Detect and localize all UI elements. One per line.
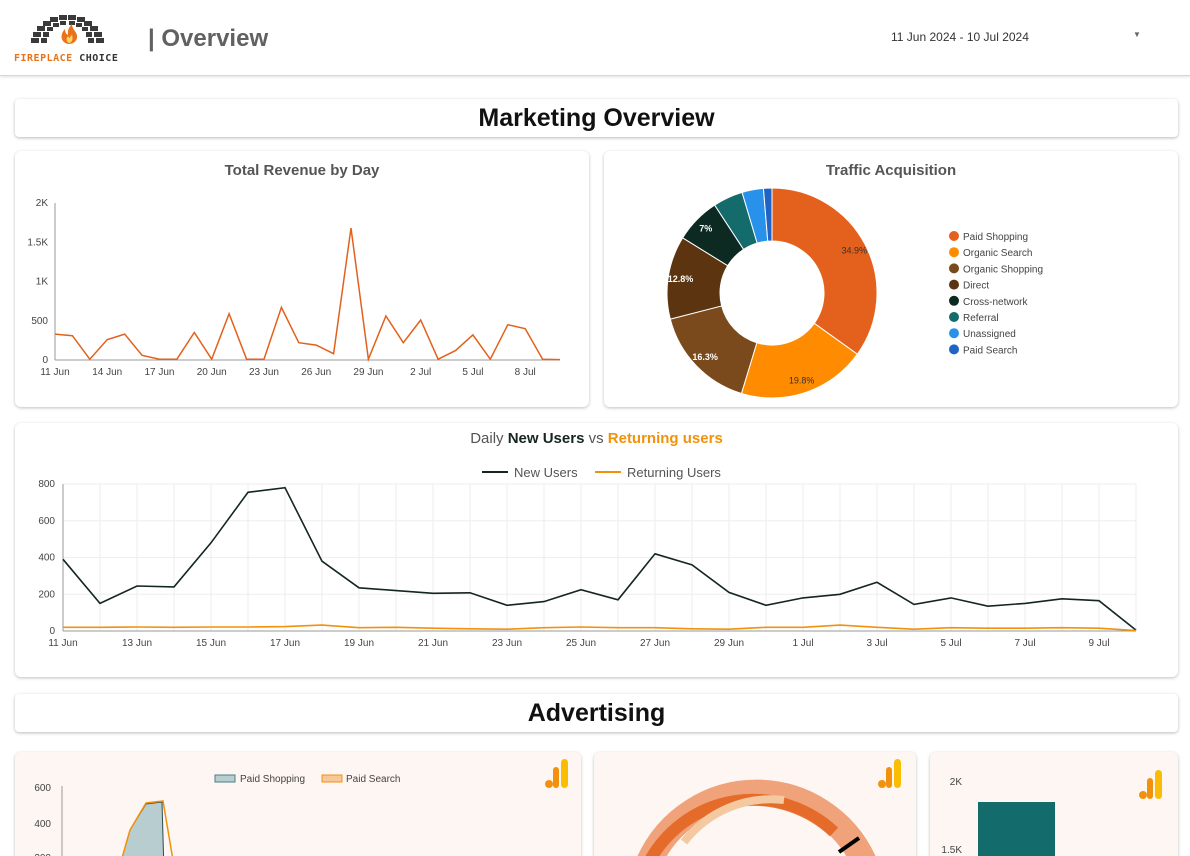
x-tick-label: 14 Jun <box>92 367 122 378</box>
x-tick-label: 13 Jun <box>122 638 152 649</box>
traffic-chart-card: Traffic Acquisition 34.9% 19.8% 16.3% 12.8%… <box>604 151 1178 407</box>
y-tick-label: 400 <box>34 819 51 830</box>
legend-swatch <box>949 231 959 241</box>
legend-label: New Users <box>514 465 578 480</box>
legend-swatch <box>949 295 959 306</box>
x-tick-label: 2 Jul <box>410 367 431 378</box>
data-label: 34.9% <box>842 246 868 256</box>
x-tick-label: 23 Jun <box>249 367 279 378</box>
legend-swatch <box>949 328 959 339</box>
ads-area-chart-card: Paid Shopping Paid Search 600 400 200 <box>15 752 581 856</box>
x-tick-label: 7 Jul <box>1014 638 1035 649</box>
x-tick-label: 9 Jul <box>1088 638 1109 649</box>
google-ads-icon <box>1139 770 1162 799</box>
y-tick-label: 1K <box>36 277 49 288</box>
legend-swatch-paid-shopping <box>214 774 236 783</box>
data-label: 16.3% <box>692 352 718 362</box>
x-tick-label: 8 Jul <box>515 367 536 378</box>
x-tick-label: 17 Jun <box>270 638 300 649</box>
y-tick-label: 1.5K <box>941 845 962 856</box>
legend-swatch <box>949 263 959 274</box>
x-tick-label: 19 Jun <box>344 638 374 649</box>
legend-swatch <box>949 247 959 258</box>
ads-bar-chart-card: 2K 1.5K <box>930 752 1178 856</box>
x-tick-label: 21 Jun <box>418 638 448 649</box>
x-tick-label: 17 Jun <box>144 367 174 378</box>
pie-slice <box>771 187 878 355</box>
y-tick-label: 800 <box>38 479 55 490</box>
series-line <box>63 624 1137 632</box>
ads-gauge-chart <box>637 779 876 856</box>
traffic-donut-chart: 34.9% 19.8% 16.3% 12.8% 7% Paid Shopping Organ… <box>666 187 1043 399</box>
y-tick-label: 200 <box>38 589 55 600</box>
y-tick-label: 600 <box>38 516 55 527</box>
google-ads-icon <box>545 759 568 788</box>
y-tick-label: 0 <box>42 355 48 366</box>
x-tick-label: 3 Jul <box>866 638 887 649</box>
x-tick-label: 27 Jun <box>640 638 670 649</box>
data-label: 19.8% <box>789 376 815 386</box>
x-tick-label: 15 Jun <box>196 638 226 649</box>
ads-gauge-card <box>594 752 916 856</box>
y-tick-label: 0 <box>49 626 55 637</box>
y-tick-label: 2K <box>950 777 963 788</box>
users-chart-title: Daily New Users vs Returning users <box>470 430 723 447</box>
y-tick-label: 400 <box>38 553 55 564</box>
y-tick-label: 2K <box>36 198 49 209</box>
top-bar: FIREPLACE CHOICE | Overview 11 Jun 2024 … <box>0 0 1190 76</box>
logo-wordmark: FIREPLACE CHOICE <box>14 53 119 64</box>
legend-swatch <box>949 312 959 322</box>
series-line <box>62 486 1137 631</box>
legend-label: Paid Search <box>963 345 1017 356</box>
legend-swatch-paid-search <box>321 774 343 783</box>
revenue-line-chart: 0 500 1K 1.5K 2K 11 Jun 14 Jun 17 Jun 20 Jun 23 J… <box>27 198 561 378</box>
page-title: | Overview <box>148 25 269 52</box>
users-chart-card: 0 200 400 600 800 11 Jun 13 Jun 15 Jun 17 Jun 19 … <box>15 423 1178 677</box>
revenue-chart-card: Total Revenue by Day 0 500 1K 1.5K 2K 11 Jun 1… <box>15 151 589 407</box>
y-tick-label: 1.5K <box>27 237 48 248</box>
ads-area-chart: Paid Shopping Paid Search 600 400 200 <box>34 774 400 856</box>
google-ads-icon <box>878 759 901 788</box>
y-tick-label: 500 <box>31 316 48 327</box>
x-tick-label: 29 Jun <box>714 638 744 649</box>
legend-label: Organic Search <box>963 248 1032 259</box>
legend-label: Organic Shopping <box>963 264 1043 275</box>
x-tick-label: 5 Jul <box>462 367 483 378</box>
legend-label: Paid Shopping <box>963 232 1028 243</box>
legend-label: Direct <box>963 281 989 292</box>
users-line-chart: 0 200 400 600 800 11 Jun 13 Jun 15 Jun 17 Jun 19 … <box>38 465 1137 649</box>
y-tick-label: 600 <box>34 783 51 794</box>
data-label: 7% <box>699 223 712 233</box>
x-tick-label: 20 Jun <box>197 367 227 378</box>
data-label: 12.8% <box>668 274 694 284</box>
series-line-revenue <box>54 227 561 363</box>
legend-label: Cross-network <box>963 297 1028 308</box>
chevron-down-icon[interactable]: ▼ <box>1133 30 1141 39</box>
x-tick-label: 5 Jul <box>940 638 961 649</box>
x-tick-label: 29 Jun <box>353 367 383 378</box>
legend-label: Unassigned <box>963 329 1016 340</box>
legend-label-paid-shopping: Paid Shopping <box>240 774 305 785</box>
legend-label-paid-search: Paid Search <box>346 774 400 785</box>
x-tick-label: 11 Jun <box>48 638 77 649</box>
x-tick-label: 1 Jul <box>792 638 813 649</box>
section-header-marketing: Marketing Overview <box>15 99 1178 137</box>
bar <box>978 802 1055 856</box>
date-range-picker[interactable]: 11 Jun 2024 - 10 Jul 2024 <box>891 30 1029 44</box>
section-header-advertising: Advertising <box>15 694 1178 732</box>
legend-swatch <box>949 344 959 355</box>
x-tick-label: 25 Jun <box>566 638 596 649</box>
x-tick-label: 11 Jun <box>40 367 69 378</box>
legend-label: Returning Users <box>627 465 721 480</box>
pie-slice <box>669 305 758 395</box>
legend-label: Referral <box>963 313 999 324</box>
legend-swatch <box>949 279 959 290</box>
x-tick-label: 26 Jun <box>301 367 331 378</box>
x-tick-label: 23 Jun <box>492 638 522 649</box>
